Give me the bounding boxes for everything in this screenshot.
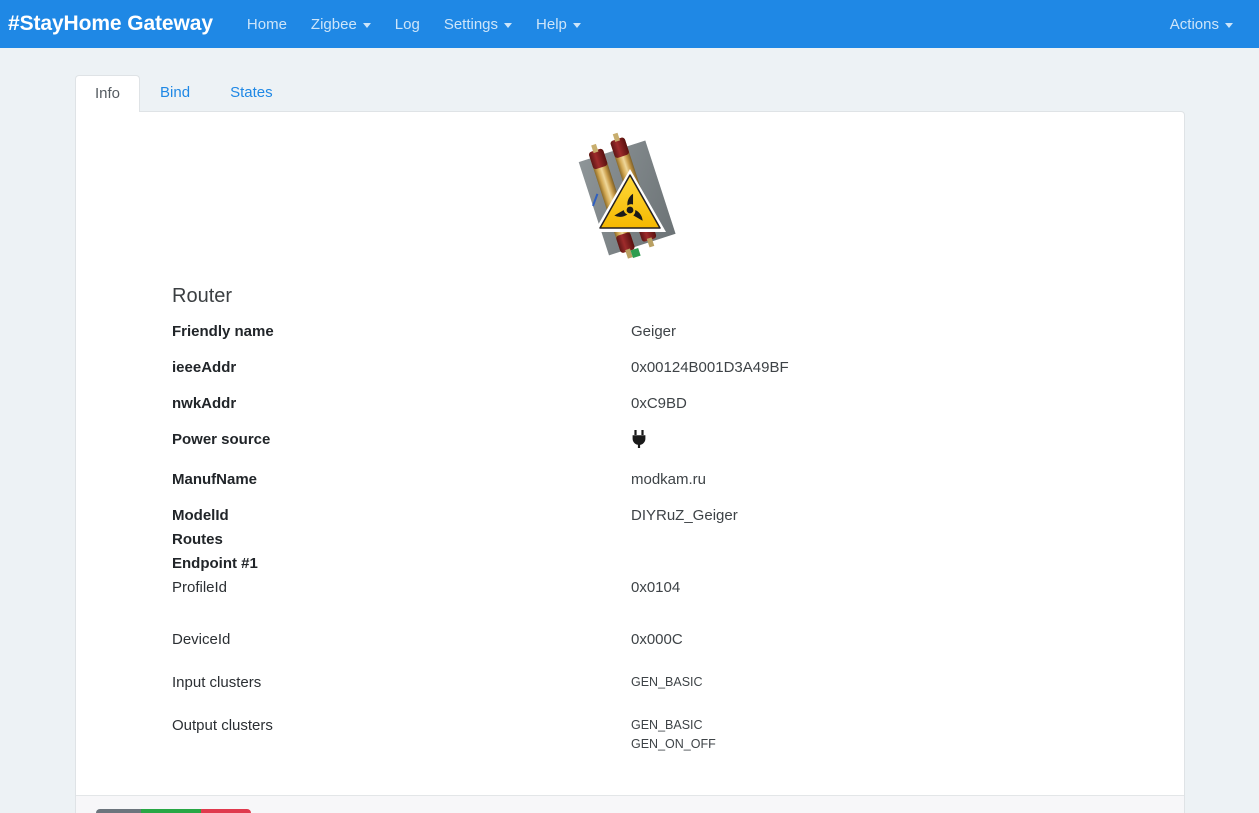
field-value-profile-id: 0x0104 bbox=[631, 579, 681, 596]
table-row: ModelId DIYRuZ_Geiger bbox=[172, 506, 1172, 530]
table-row: Input clusters GEN_BASIC bbox=[172, 673, 1172, 716]
field-value-nwk-addr: 0xC9BD bbox=[631, 395, 687, 412]
nav-link-zigbee[interactable]: Zigbee bbox=[299, 10, 383, 39]
table-row: Friendly name Geiger bbox=[172, 322, 1172, 358]
tab-states[interactable]: States bbox=[210, 74, 293, 111]
device-image-container bbox=[96, 132, 1164, 262]
nav-link-label: Help bbox=[536, 15, 567, 33]
field-label-profile-id: ProfileId bbox=[172, 579, 228, 596]
field-label-friendly-name: Friendly name bbox=[172, 323, 274, 340]
routes-heading: Routes bbox=[172, 531, 223, 548]
page-content: Info Bind States Router Friendly name Ge… bbox=[0, 48, 1259, 813]
nav-link-settings[interactable]: Settings bbox=[432, 10, 524, 39]
endpoint-value bbox=[631, 554, 1172, 578]
routes-value bbox=[631, 530, 1172, 554]
brand-title[interactable]: #StayHome Gateway bbox=[8, 12, 213, 36]
tab-label: Info bbox=[95, 85, 121, 102]
field-label-model-id: ModelId bbox=[172, 507, 229, 524]
tab-bind[interactable]: Bind bbox=[140, 74, 210, 111]
table-row: nwkAddr 0xC9BD bbox=[172, 394, 1172, 430]
field-value-device-id: 0x000C bbox=[631, 631, 683, 648]
field-value-power-source bbox=[631, 430, 1172, 470]
edit-button[interactable] bbox=[96, 809, 141, 813]
nav-link-log[interactable]: Log bbox=[383, 10, 432, 39]
field-value-input-clusters: GEN_BASIC bbox=[631, 675, 703, 689]
nav-link-label: Home bbox=[246, 15, 287, 33]
field-label-manuf-name: ManufName bbox=[172, 471, 258, 488]
tab-label: States bbox=[230, 84, 273, 101]
power-plug-icon bbox=[632, 430, 646, 448]
field-label-nwk-addr: nwkAddr bbox=[172, 395, 237, 412]
table-row: ManufName modkam.ru bbox=[172, 470, 1172, 506]
nav-link-label: Zigbee bbox=[310, 15, 357, 33]
table-row: ieeeAddr 0x00124B001D3A49BF bbox=[172, 358, 1172, 394]
chevron-down-icon bbox=[362, 22, 371, 28]
content-container: Info Bind States Router Friendly name Ge… bbox=[75, 75, 1185, 813]
table-row: DeviceId 0x000C bbox=[172, 630, 1172, 673]
field-value-friendly-name: Geiger bbox=[631, 323, 677, 340]
field-value-model-id: DIYRuZ_Geiger bbox=[631, 507, 738, 524]
tab-label: Bind bbox=[160, 84, 191, 101]
field-value-ieee-addr: 0x00124B001D3A49BF bbox=[631, 359, 789, 376]
device-actions-footer: Bind bbox=[76, 795, 1184, 813]
field-value-manuf-name: modkam.ru bbox=[631, 471, 707, 488]
table-row: Endpoint #1 bbox=[172, 554, 1172, 578]
device-type-heading: Router bbox=[172, 285, 233, 307]
device-info-card: Router Friendly name Geiger ieeeAddr 0x0… bbox=[75, 111, 1185, 813]
field-label-device-id: DeviceId bbox=[172, 631, 231, 648]
field-value-output-clusters: GEN_BASIC GEN_ON_OFF bbox=[631, 718, 716, 751]
nav-link-home[interactable]: Home bbox=[235, 10, 299, 39]
table-row: Power source bbox=[172, 430, 1172, 470]
endpoint-heading: Endpoint #1 bbox=[172, 555, 258, 572]
chevron-down-icon bbox=[1225, 22, 1233, 28]
table-row: ProfileId 0x0104 bbox=[172, 578, 1172, 630]
nav-link-actions[interactable]: Actions bbox=[1158, 10, 1245, 39]
field-label-ieee-addr: ieeeAddr bbox=[172, 359, 237, 376]
nav-link-label: Log bbox=[394, 15, 420, 33]
device-action-button-group: Bind bbox=[96, 809, 252, 813]
device-info-table: Friendly name Geiger ieeeAddr 0x00124B00… bbox=[172, 322, 1172, 771]
table-row: Routes bbox=[172, 530, 1172, 554]
delete-dropdown-button[interactable] bbox=[201, 809, 252, 813]
device-tabs: Info Bind States bbox=[75, 74, 1185, 112]
nav-link-label: Settings bbox=[443, 15, 499, 33]
field-label-power-source: Power source bbox=[172, 431, 271, 448]
chevron-down-icon bbox=[504, 22, 513, 28]
tab-info[interactable]: Info bbox=[75, 75, 141, 112]
nav-link-help[interactable]: Help bbox=[524, 10, 593, 39]
field-label-input-clusters: Input clusters bbox=[172, 674, 262, 691]
nav-links: Home Zigbee Log Settings Help bbox=[235, 10, 593, 39]
geiger-counter-device-image bbox=[578, 132, 676, 259]
field-label-output-clusters: Output clusters bbox=[172, 717, 273, 734]
device-info-body: Router Friendly name Geiger ieeeAddr 0x0… bbox=[76, 112, 1184, 795]
bind-button[interactable]: Bind bbox=[141, 809, 202, 813]
table-row: Output clusters GEN_BASIC GEN_ON_OFF bbox=[172, 716, 1172, 771]
nav-link-label: Actions bbox=[1169, 15, 1219, 33]
top-navbar: #StayHome Gateway Home Zigbee Log Settin… bbox=[0, 0, 1259, 48]
chevron-down-icon bbox=[572, 22, 581, 28]
